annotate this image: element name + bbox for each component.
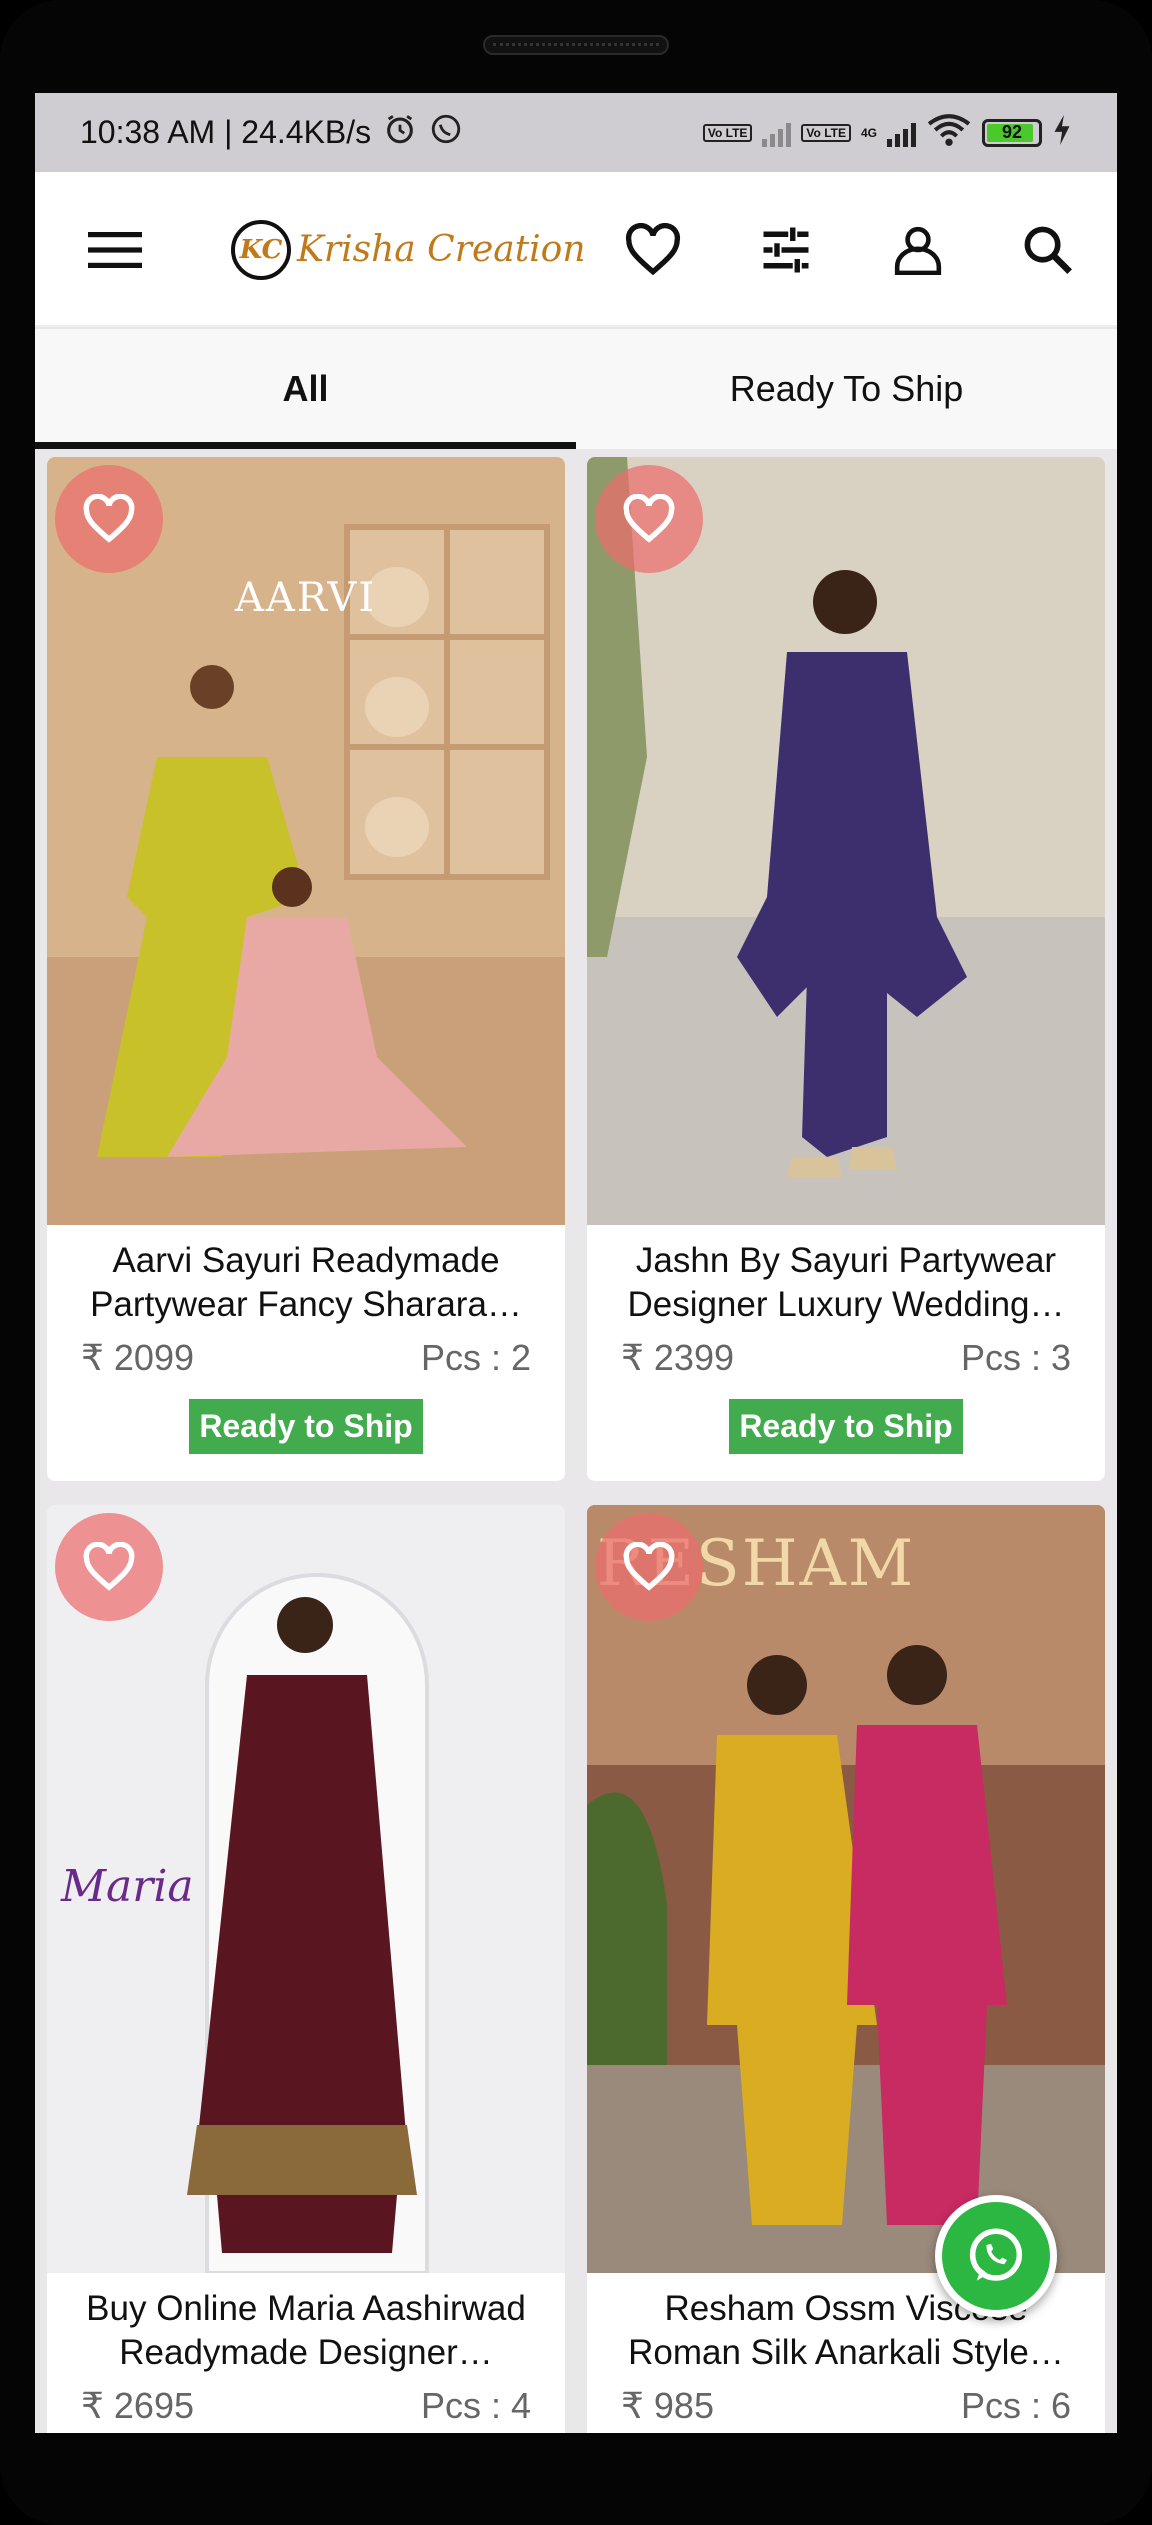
status-bar: 10:38 AM | 24.4KB/s Vo LTE Vo LTE 4G 92 — [35, 93, 1117, 172]
product-title[interactable]: Aarvi Sayuri Readymade Partywear Fancy S… — [65, 1239, 547, 1327]
favorite-heart-icon[interactable] — [595, 1513, 703, 1621]
app-bar: KC Krisha Creation — [35, 172, 1117, 327]
product-pieces: Pcs : 2 — [420, 1337, 531, 1378]
whatsapp-notification-icon — [429, 112, 463, 154]
product-image[interactable] — [587, 457, 1105, 1225]
whatsapp-chat-button[interactable] — [935, 2195, 1057, 2317]
product-price: ₹ 2099 — [81, 1337, 194, 1378]
product-title[interactable]: Buy Online Maria Aashirwad Readymade Des… — [65, 2287, 547, 2375]
product-image[interactable]: Maria — [47, 1505, 565, 2273]
whatsapp-icon — [942, 2202, 1050, 2310]
signal-bars-2-icon — [887, 119, 916, 147]
tab-all[interactable]: All — [35, 329, 576, 449]
product-title[interactable]: Jashn By Sayuri Partywear Designer Luxur… — [605, 1239, 1087, 1327]
earpiece-speaker — [483, 35, 669, 55]
tab-ready-to-ship[interactable]: Ready To Ship — [576, 329, 1117, 449]
screen: 10:38 AM | 24.4KB/s Vo LTE Vo LTE 4G 92 … — [35, 93, 1117, 2433]
ready-to-ship-badge: Ready to Ship — [189, 1399, 423, 1454]
phone-frame: 10:38 AM | 24.4KB/s Vo LTE Vo LTE 4G 92 … — [0, 0, 1152, 2525]
product-card[interactable]: Jashn By Sayuri Partywear Designer Luxur… — [587, 457, 1105, 1481]
volte-badge-1: Vo LTE — [702, 123, 753, 142]
category-tabs: All Ready To Ship — [35, 329, 1117, 449]
brand-overlay: AARVI — [235, 575, 377, 621]
product-price: ₹ 985 — [621, 2385, 714, 2426]
network-type: 4G — [860, 125, 877, 140]
brand-mark: KC — [231, 219, 291, 280]
product-card[interactable]: Maria Buy Online Maria Aashirwad Readyma… — [47, 1505, 565, 2433]
status-time: 10:38 AM | 24.4KB/s — [80, 114, 372, 150]
brand-overlay: Maria — [61, 1861, 194, 1912]
product-price: ₹ 2399 — [621, 1337, 734, 1378]
charging-icon — [1052, 115, 1072, 150]
search-icon[interactable] — [1003, 172, 1093, 327]
product-price: ₹ 2695 — [81, 2385, 194, 2426]
product-pieces: Pcs : 6 — [960, 2385, 1071, 2426]
favorite-heart-icon[interactable] — [55, 465, 163, 573]
alarm-icon — [383, 112, 417, 154]
product-image[interactable]: AARVI — [47, 457, 565, 1225]
wifi-icon — [926, 113, 972, 152]
product-image[interactable]: RESHAM — [587, 1505, 1105, 2273]
favorite-heart-icon[interactable] — [595, 465, 703, 573]
battery-indicator: 92 — [982, 118, 1042, 147]
brand-logo[interactable]: KC Krisha Creation — [231, 212, 586, 287]
volte-badge-2: Vo LTE — [801, 123, 851, 142]
product-pieces: Pcs : 4 — [420, 2385, 531, 2426]
signal-bars-1-icon — [762, 119, 792, 147]
ready-to-ship-badge: Ready to Ship — [729, 1399, 963, 1454]
filter-icon[interactable] — [741, 172, 831, 327]
brand-name: Krisha Creation — [297, 229, 586, 270]
product-pieces: Pcs : 3 — [960, 1337, 1071, 1378]
user-account-icon[interactable] — [873, 172, 963, 327]
menu-icon[interactable] — [70, 172, 160, 327]
product-card[interactable]: AARVI Aarvi Sayuri Readymade Partywear F… — [47, 457, 565, 1481]
wishlist-heart-icon[interactable] — [608, 172, 698, 327]
favorite-heart-icon[interactable] — [55, 1513, 163, 1621]
